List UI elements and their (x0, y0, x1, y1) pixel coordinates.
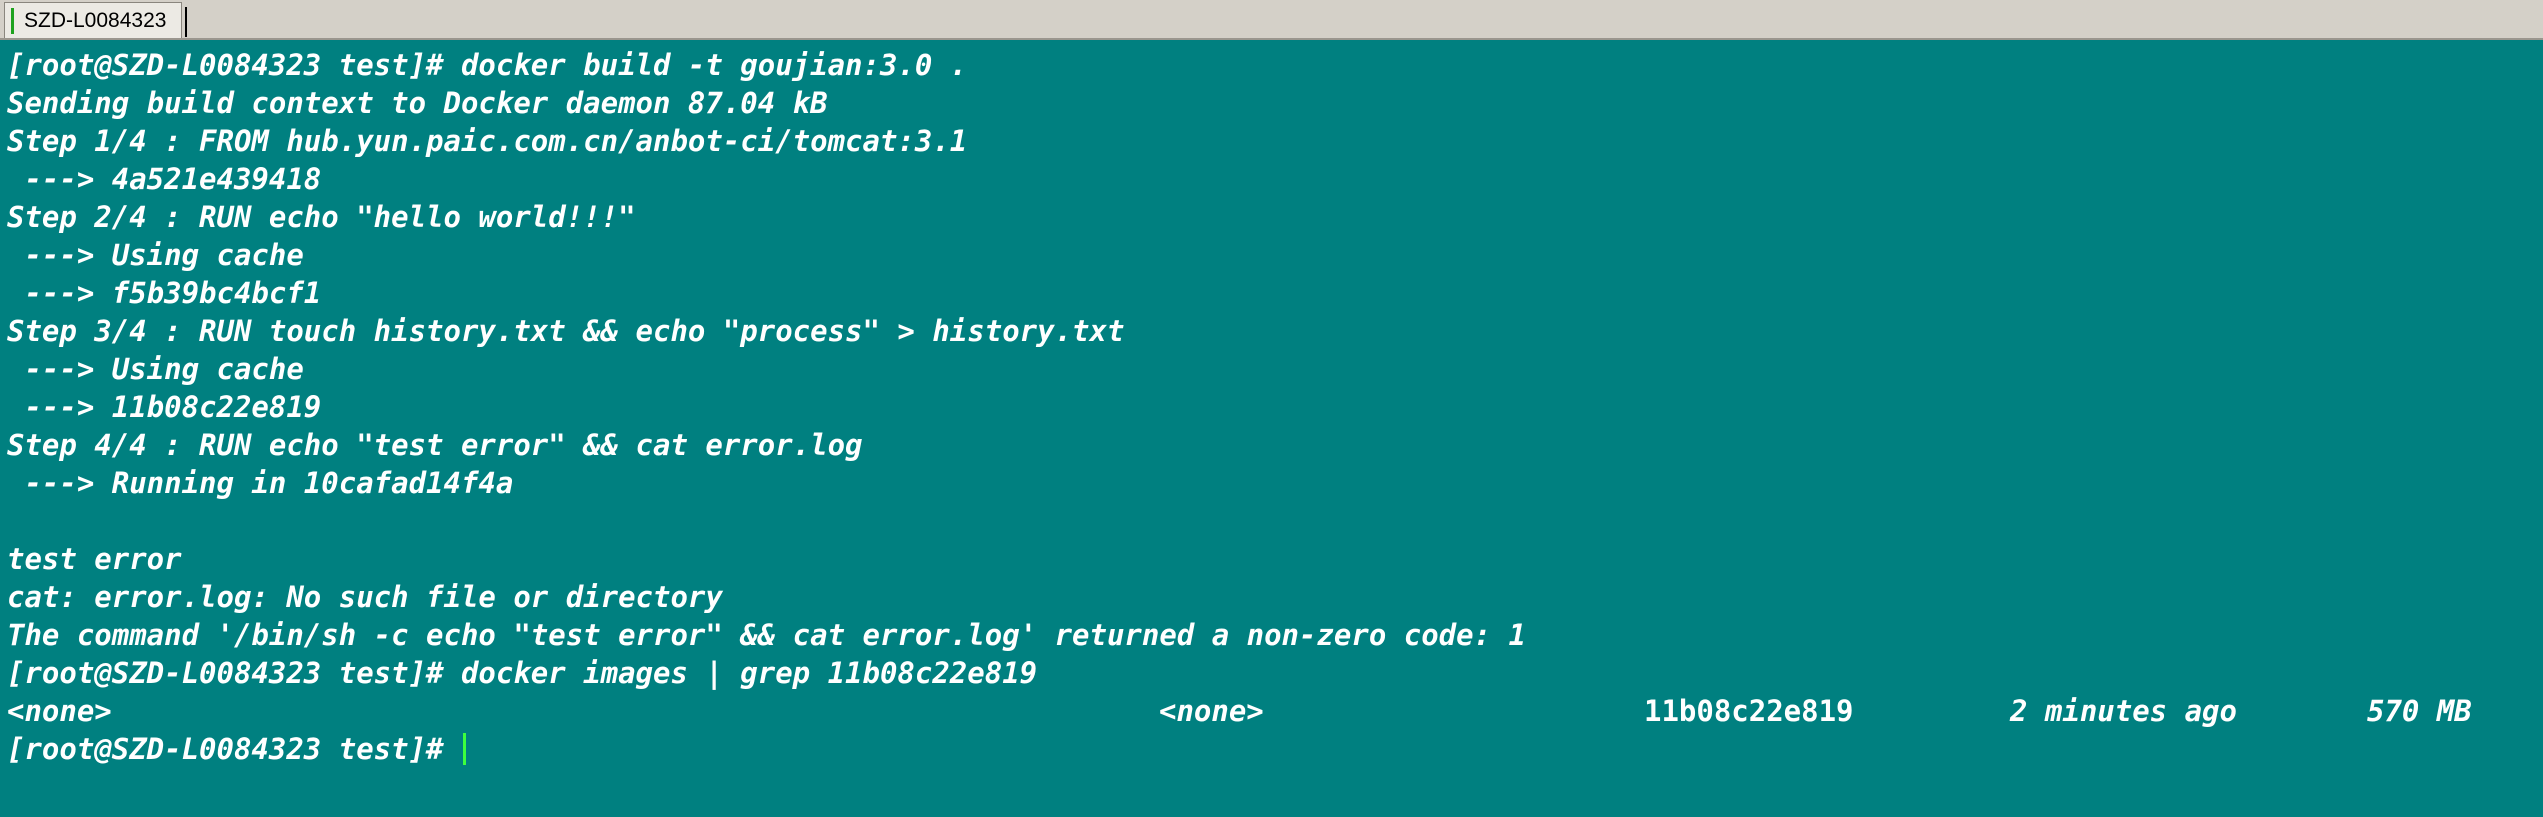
terminal-line: Step 3/4 : RUN touch history.txt && echo… (7, 314, 1125, 348)
session-tab[interactable]: SZD-L0084323 (4, 2, 187, 38)
image-id: 11b08c22e819 (1644, 694, 1854, 728)
session-tab-label: SZD-L0084323 (24, 8, 167, 32)
connection-status-icon (11, 7, 14, 34)
terminal-line: The command '/bin/sh -c echo "test error… (7, 618, 1526, 652)
terminal-line: ---> Using cache (7, 238, 304, 272)
terminal-line: Step 1/4 : FROM hub.yun.paic.com.cn/anbo… (7, 124, 968, 158)
terminal-line: [root@SZD-L0084323 test]# docker images … (7, 656, 1038, 690)
tab-bar: SZD-L0084323 (0, 0, 2543, 40)
terminal-line: cat: error.log: No such file or director… (7, 580, 723, 614)
terminal-line: ---> 11b08c22e819 (7, 390, 322, 424)
terminal-line: Sending build context to Docker daemon 8… (7, 86, 828, 120)
terminal-line: ---> f5b39bc4bcf1 (7, 276, 322, 310)
docker-image-row: <none> <none> 11b08c22e819 2 minutes ago… (7, 692, 2543, 730)
terminal-line: Step 2/4 : RUN echo "hello world!!!" (7, 200, 636, 234)
image-repository: <none> (7, 694, 112, 728)
terminal-line: ---> Using cache (7, 352, 304, 386)
image-tag: <none> (1159, 694, 1264, 728)
prompt-line[interactable]: [root@SZD-L0084323 test]# (7, 730, 2543, 768)
terminal-line: Step 4/4 : RUN echo "test error" && cat … (7, 428, 863, 462)
image-size: 570 MB (2367, 694, 2472, 728)
terminal-line: ---> Running in 10cafad14f4a (7, 466, 514, 500)
tab-separator (185, 7, 187, 37)
image-created: 2 minutes ago (2010, 694, 2237, 728)
terminal-line: [root@SZD-L0084323 test]# docker build -… (7, 48, 968, 82)
terminal-line: ---> 4a521e439418 (7, 162, 322, 196)
terminal-line: test error (7, 542, 182, 576)
terminal-output[interactable]: [root@SZD-L0084323 test]# docker build -… (0, 40, 2543, 817)
text-cursor (462, 733, 466, 765)
